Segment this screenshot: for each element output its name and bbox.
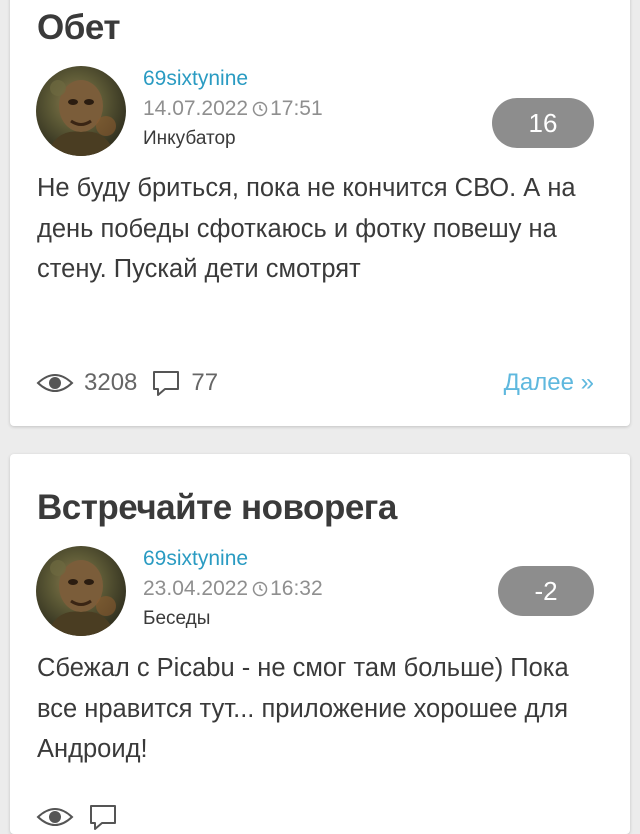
- views-count: 3208: [84, 369, 138, 396]
- author-link[interactable]: 69sixtynine: [143, 546, 323, 572]
- read-more-link[interactable]: Далее »: [504, 366, 594, 400]
- post-stats: [36, 800, 132, 834]
- avatar[interactable]: [36, 546, 126, 636]
- community-link[interactable]: Инкубатор: [143, 126, 323, 152]
- post-time: 17:51: [270, 97, 323, 120]
- views-stat: 3208: [36, 369, 137, 397]
- post-stats: 3208 77: [36, 366, 232, 400]
- author-link[interactable]: 69sixtynine: [143, 66, 323, 92]
- post-card: Обет 69sixtynine 14.07.2022 17:51 Инкубат…: [10, 0, 630, 426]
- eye-icon: [36, 808, 74, 826]
- post-meta: 69sixtynine 23.04.2022 16:32 Беседы: [143, 546, 323, 632]
- rating-badge[interactable]: -2: [498, 566, 594, 616]
- post-title[interactable]: Обет: [37, 8, 121, 48]
- post-time: 16:32: [270, 577, 323, 600]
- comments-stat[interactable]: 77: [151, 369, 218, 397]
- post-datetime: 14.07.2022 17:51: [143, 92, 323, 126]
- clock-icon: [252, 581, 268, 597]
- avatar[interactable]: [36, 66, 126, 156]
- comments-stat[interactable]: [88, 803, 118, 831]
- eye-icon: [36, 374, 74, 392]
- post-datetime: 23.04.2022 16:32: [143, 572, 323, 606]
- post-title[interactable]: Встречайте новорега: [37, 488, 397, 528]
- post-date: 23.04.2022: [143, 577, 249, 600]
- post-body: Сбежал с Picabu - не смог там больше) По…: [37, 654, 569, 763]
- post-card: Встречайте новорега 69sixtynine 23.04.20…: [10, 454, 630, 834]
- rating-badge[interactable]: 16: [492, 98, 594, 148]
- community-link[interactable]: Беседы: [143, 606, 323, 632]
- comment-bubble-icon: [153, 371, 180, 396]
- comment-bubble-icon: [90, 805, 116, 830]
- views-stat: [36, 805, 74, 829]
- clock-icon: [252, 101, 268, 117]
- post-date: 14.07.2022: [143, 97, 249, 120]
- comments-count: 77: [191, 369, 219, 396]
- post-meta: 69sixtynine 14.07.2022 17:51 Инкубатор: [143, 66, 323, 152]
- post-body: Не буду бриться, пока не кончится СВО. А…: [37, 174, 576, 283]
